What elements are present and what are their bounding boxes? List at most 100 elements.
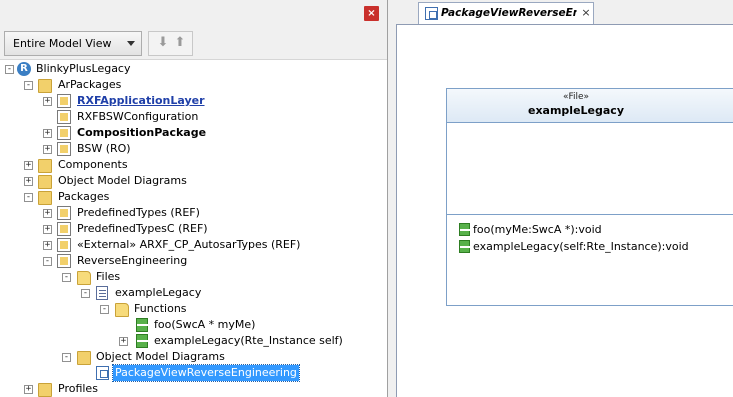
file-element-header: «File» exampleLegacy	[447, 89, 733, 123]
tree-item-foo[interactable]: foo(SwcA * myMe)	[0, 317, 387, 333]
expand-icon[interactable]: +	[24, 177, 33, 186]
diagram-icon	[425, 7, 438, 20]
tree-item-label: RXFApplicationLayer	[77, 94, 205, 107]
model-tree: - R BlinkyPlusLegacy - ArPackages + RXFA…	[0, 59, 387, 397]
tree-item-label: BSW (RO)	[77, 142, 131, 155]
tree-item-components[interactable]: + Components	[0, 157, 387, 173]
expand-icon[interactable]: +	[43, 209, 52, 218]
file-stereotype: «File»	[562, 92, 590, 102]
close-browser-button[interactable]: ×	[364, 6, 379, 21]
tree-item-label: Object Model Diagrams	[96, 350, 225, 363]
move-up-icon[interactable]: ⬆	[173, 36, 187, 50]
tree-item-label: exampleLegacy(Rte_Instance self)	[154, 334, 343, 347]
tree-item-label: CompositionPackage	[77, 126, 207, 139]
folder-open-icon	[115, 303, 129, 317]
collapse-icon[interactable]: -	[100, 305, 109, 314]
navigation-buttons: ⬇ ⬆	[148, 31, 193, 56]
expand-icon[interactable]: +	[43, 241, 52, 250]
function-icon	[459, 240, 472, 253]
package-icon	[57, 222, 71, 236]
view-selector-value: Entire Model View	[13, 37, 112, 50]
expand-icon[interactable]: +	[43, 225, 52, 234]
tree-item-label: Files	[96, 270, 121, 283]
collapse-icon[interactable]: -	[24, 81, 33, 90]
browser-toolbar: Entire Model View ⬇ ⬆	[0, 28, 387, 60]
tree-item-rxfapplicationlayer[interactable]: + RXFApplicationLayer	[0, 93, 387, 109]
file-icon	[96, 286, 108, 300]
operation-signature: exampleLegacy(self:Rte_Instance):void	[473, 240, 689, 253]
tree-item-label: Functions	[134, 302, 187, 315]
tree-item-label: Packages	[58, 190, 110, 203]
tree-item-label: PackageViewReverseEngineering	[112, 364, 300, 382]
tree-item-predefinedtypesc[interactable]: + PredefinedTypesC (REF)	[0, 221, 387, 237]
view-selector-dropdown[interactable]: Entire Model View	[4, 31, 142, 56]
model-browser-panel: × Entire Model View ⬇ ⬆ - R BlinkyPlusLe…	[0, 0, 388, 397]
tree-item-profiles[interactable]: + Profiles	[0, 381, 387, 397]
package-icon	[57, 206, 71, 220]
close-tab-icon[interactable]: ×	[580, 7, 592, 19]
expand-icon[interactable]: +	[24, 385, 33, 394]
collapse-icon[interactable]: -	[24, 193, 33, 202]
tree-item-compositionpackage[interactable]: + CompositionPackage	[0, 125, 387, 141]
collapse-icon[interactable]: -	[81, 289, 90, 298]
function-icon	[136, 318, 149, 332]
package-icon	[57, 94, 71, 108]
external-package-icon	[57, 238, 71, 252]
tree-item-functions[interactable]: - Functions	[0, 301, 387, 317]
tree-item-label: foo(SwcA * myMe)	[154, 318, 256, 331]
tab-label: PackageViewReverseEng...	[441, 7, 577, 19]
tree-item-arpackages[interactable]: - ArPackages	[0, 77, 387, 93]
folder-icon	[38, 175, 52, 189]
tree-item-predefinedtypes[interactable]: + PredefinedTypes (REF)	[0, 205, 387, 221]
tree-item-label: Profiles	[58, 382, 98, 395]
collapse-icon[interactable]: -	[62, 353, 71, 362]
tab-packageview-reverse-engineering[interactable]: PackageViewReverseEng... ×	[418, 2, 594, 24]
folder-icon	[38, 383, 52, 397]
tree-item-rxfbswconfiguration[interactable]: RXFBSWConfiguration	[0, 109, 387, 125]
chevron-down-icon	[127, 41, 135, 46]
folder-icon	[38, 79, 52, 93]
tree-item-label: Object Model Diagrams	[58, 174, 187, 187]
tree-item-examplelegacy-function[interactable]: + exampleLegacy(Rte_Instance self)	[0, 333, 387, 349]
expand-icon[interactable]: +	[43, 145, 52, 154]
tree-item-files[interactable]: - Files	[0, 269, 387, 285]
tree-item-bsw[interactable]: + BSW (RO)	[0, 141, 387, 157]
expand-icon[interactable]: +	[24, 161, 33, 170]
browser-titlebar: ×	[0, 0, 387, 28]
expand-icon[interactable]: +	[43, 97, 52, 106]
package-icon	[57, 142, 71, 156]
tree-item-packages[interactable]: - Packages	[0, 189, 387, 205]
tree-item-blinkypluslegacy[interactable]: - R BlinkyPlusLegacy	[0, 61, 387, 77]
folder-icon	[38, 159, 52, 173]
collapse-icon[interactable]: -	[62, 273, 71, 282]
tree-item-label: PredefinedTypesC (REF)	[77, 222, 208, 235]
folder-icon	[77, 351, 91, 365]
tree-item-object-model-diagrams[interactable]: + Object Model Diagrams	[0, 173, 387, 189]
file-element-examplelegacy[interactable]: «File» exampleLegacy foo(myMe:SwcA *):vo…	[446, 88, 733, 306]
tree-item-label: «External» ARXF_CP_AutosarTypes (REF)	[77, 238, 301, 251]
expand-icon[interactable]: +	[43, 129, 52, 138]
diagram-canvas[interactable]: «File» exampleLegacy foo(myMe:SwcA *):vo…	[396, 24, 733, 397]
tree-item-object-model-diagrams-nested[interactable]: - Object Model Diagrams	[0, 349, 387, 365]
move-down-icon[interactable]: ⬇	[156, 36, 170, 50]
package-icon	[57, 254, 71, 268]
package-icon	[57, 110, 71, 124]
tree-item-arxf-autosartypes[interactable]: + «External» ARXF_CP_AutosarTypes (REF)	[0, 237, 387, 253]
operation-signature: foo(myMe:SwcA *):void	[473, 223, 602, 236]
diagram-editor-panel: PackageViewReverseEng... × «File» exampl…	[388, 0, 733, 397]
collapse-icon[interactable]: -	[5, 65, 14, 74]
tree-item-label: Components	[58, 158, 128, 171]
collapse-icon[interactable]: -	[43, 257, 52, 266]
tree-item-examplelegacy-file[interactable]: - exampleLegacy	[0, 285, 387, 301]
tree-item-reverseengineering[interactable]: - ReverseEngineering	[0, 253, 387, 269]
tree-item-label: ArPackages	[58, 78, 122, 91]
tree-item-label: BlinkyPlusLegacy	[36, 62, 131, 75]
function-icon	[136, 334, 149, 348]
tree-item-packageview-diagram[interactable]: PackageViewReverseEngineering	[0, 364, 387, 382]
expand-icon[interactable]: +	[119, 337, 128, 346]
function-icon	[459, 223, 472, 236]
tree-item-label: RXFBSWConfiguration	[77, 110, 199, 123]
tree-item-label: PredefinedTypes (REF)	[77, 206, 200, 219]
tree-item-label: exampleLegacy	[115, 286, 202, 299]
project-icon: R	[17, 62, 31, 76]
